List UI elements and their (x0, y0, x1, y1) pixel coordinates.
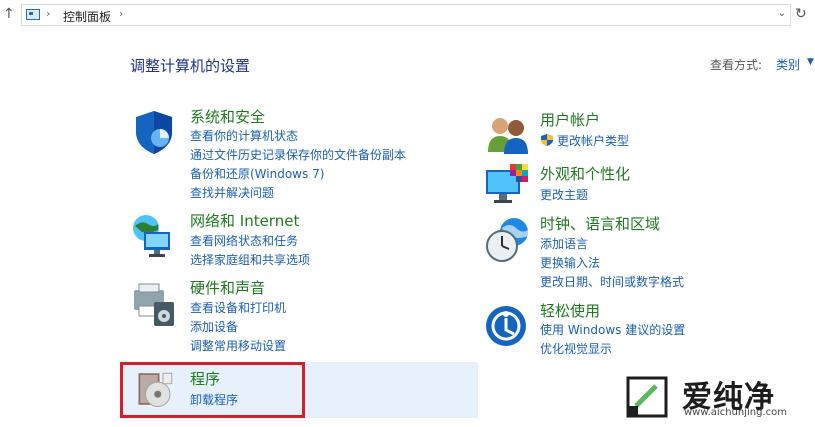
link-troubleshoot[interactable]: 查找并解决问题 (190, 184, 274, 201)
up-arrow-icon[interactable]: ↑ (3, 6, 19, 24)
link-devices-printers[interactable]: 查看设备和打印机 (190, 299, 286, 316)
category-title-network[interactable]: 网络和 Internet (190, 210, 299, 231)
link-change-account-type[interactable]: 更改帐户类型 (557, 132, 629, 149)
watermark-url: www.aichunjing.com (684, 407, 787, 418)
link-mobility-settings[interactable]: 调整常用移动设置 (190, 337, 286, 354)
link-homegroup-sharing[interactable]: 选择家庭组和共享选项 (190, 251, 310, 268)
chevron-right-icon[interactable]: › (119, 7, 123, 20)
page-title: 调整计算机的设置 (130, 57, 251, 75)
view-by-dropdown[interactable]: 类别 (776, 56, 800, 73)
users-icon[interactable] (484, 110, 532, 158)
link-change-input-method[interactable]: 更换输入法 (540, 254, 600, 271)
shield-icon[interactable] (130, 108, 178, 156)
link-recommended-settings[interactable]: 使用 Windows 建议的设置 (540, 321, 685, 338)
link-add-language[interactable]: 添加语言 (540, 235, 588, 252)
refresh-icon[interactable]: ↻ (795, 6, 807, 22)
link-add-device[interactable]: 添加设备 (190, 318, 238, 335)
category-title-ease-of-access[interactable]: 轻松使用 (540, 300, 600, 321)
category-title-hardware-sound[interactable]: 硬件和声音 (190, 277, 265, 298)
link-file-history-backup[interactable]: 通过文件历史记录保存你的文件备份副本 (190, 146, 406, 163)
caret-down-icon[interactable]: ▼ (807, 57, 814, 67)
printer-icon[interactable] (130, 280, 178, 328)
uac-shield-icon (540, 132, 554, 151)
link-change-date-time-format[interactable]: 更改日期、时间或数字格式 (540, 273, 684, 290)
link-view-computer-status[interactable]: 查看你的计算机状态 (190, 127, 298, 144)
address-bar-row: ↑ › 控制面板 › ⌄ ↻ (0, 0, 815, 30)
category-title-system-security[interactable]: 系统和安全 (190, 106, 265, 127)
control-panel-icon (26, 9, 40, 20)
chevron-right-icon[interactable]: › (46, 7, 50, 20)
category-title-user-accounts[interactable]: 用户帐户 (540, 109, 600, 130)
ease-of-access-icon[interactable] (484, 302, 532, 350)
link-backup-restore[interactable]: 备份和还原(Windows 7) (190, 165, 324, 182)
category-title-appearance[interactable]: 外观和个性化 (540, 163, 630, 184)
link-view-network-status[interactable]: 查看网络状态和任务 (190, 232, 298, 249)
view-by-label: 查看方式: (710, 58, 763, 72)
link-optimize-visual-display[interactable]: 优化视觉显示 (540, 340, 612, 357)
appearance-monitor-icon[interactable] (484, 162, 532, 210)
clock-globe-icon[interactable] (484, 216, 532, 264)
programs-red-highlight-box (120, 362, 305, 418)
watermark-logo-icon (626, 376, 668, 418)
chevron-down-icon[interactable]: ⌄ (778, 8, 786, 19)
category-title-clock-region[interactable]: 时钟、语言和区域 (540, 213, 660, 234)
network-globe-icon[interactable] (130, 212, 178, 260)
address-bar[interactable]: › 控制面板 › ⌄ (21, 4, 791, 26)
breadcrumb-control-panel[interactable]: 控制面板 (63, 8, 111, 25)
link-change-theme[interactable]: 更改主题 (540, 186, 588, 203)
